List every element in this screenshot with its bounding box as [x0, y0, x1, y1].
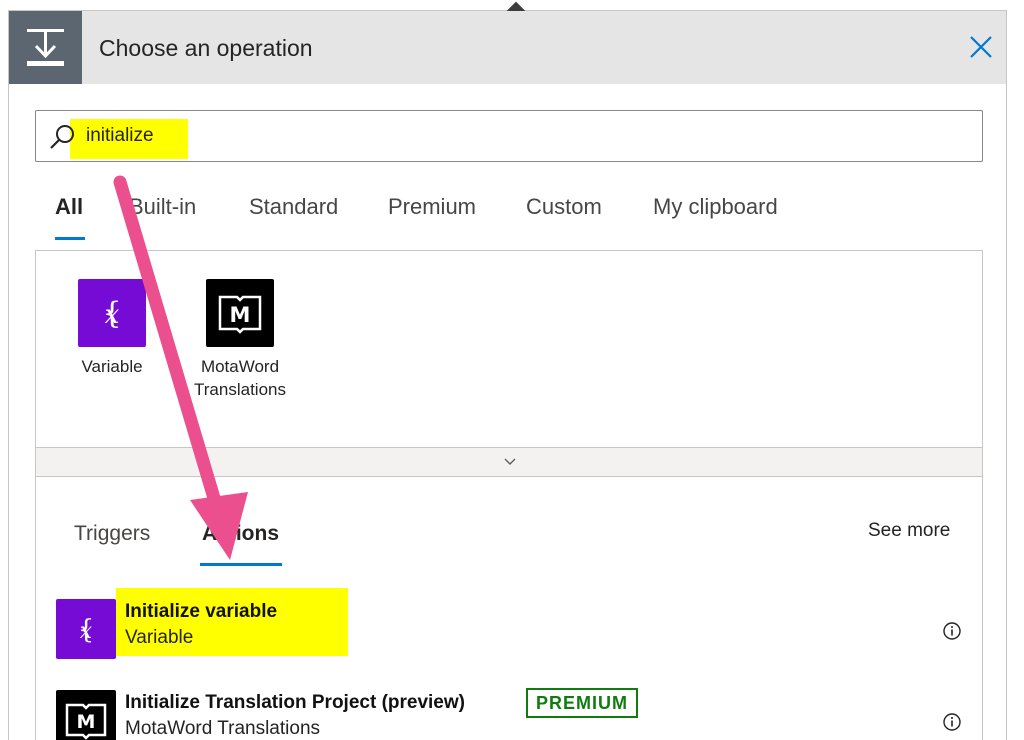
svg-text:x: x — [80, 619, 93, 644]
expand-connectors-bar[interactable] — [35, 447, 983, 477]
choose-operation-panel: Choose an operation All Built-in Standar… — [8, 1, 1007, 740]
variable-icon: { x — [78, 279, 146, 347]
page-title: Choose an operation — [99, 35, 313, 61]
connector-grid: { x Variable M MotaWord Translations — [35, 250, 983, 448]
action-subtitle: MotaWord Translations — [125, 718, 321, 739]
tab-actions[interactable]: Actions — [202, 522, 279, 546]
motaword-icon: M — [56, 690, 116, 740]
close-icon[interactable] — [967, 33, 995, 61]
tab-my-clipboard[interactable]: My clipboard — [653, 194, 778, 220]
motaword-icon: M — [206, 279, 274, 347]
action-title: Initialize Translation Project (preview) — [125, 692, 465, 713]
svg-text:M: M — [230, 303, 251, 327]
tab-premium[interactable]: Premium — [388, 194, 476, 220]
tab-actions-underline — [200, 563, 282, 566]
see-more-link[interactable]: See more — [868, 520, 950, 542]
info-icon[interactable] — [942, 712, 962, 732]
search-icon — [48, 123, 76, 151]
premium-badge: PREMIUM — [526, 688, 638, 718]
panel-header: Choose an operation — [9, 11, 1006, 84]
actions-section: Triggers Actions See more { x Initialize… — [35, 476, 983, 740]
chevron-down-icon — [502, 454, 518, 470]
search-input[interactable] — [86, 125, 386, 147]
tab-all[interactable]: All — [55, 194, 83, 220]
connector-motaword[interactable]: M MotaWord Translations — [178, 279, 302, 401]
variable-icon: { x — [56, 599, 116, 659]
tab-triggers[interactable]: Triggers — [74, 522, 150, 546]
connector-label: Variable — [81, 357, 143, 376]
svg-text:M: M — [77, 711, 96, 733]
tab-built-in[interactable]: Built-in — [129, 194, 196, 220]
tab-custom[interactable]: Custom — [526, 194, 602, 220]
action-initialize-variable[interactable]: { x Initialize variable Variable — [36, 588, 982, 671]
info-icon[interactable] — [942, 621, 962, 641]
connector-variable[interactable]: { x Variable — [52, 279, 172, 378]
action-subtitle: Variable — [125, 627, 194, 648]
action-title: Initialize variable — [125, 601, 278, 622]
operation-header-icon — [9, 11, 82, 84]
tab-standard[interactable]: Standard — [249, 194, 338, 220]
action-initialize-translation-project[interactable]: M Initialize Translation Project (previe… — [36, 688, 982, 740]
svg-text:x: x — [105, 300, 120, 330]
connector-label: MotaWord Translations — [194, 357, 286, 399]
tab-all-underline — [55, 237, 85, 240]
search-box[interactable] — [35, 110, 983, 162]
